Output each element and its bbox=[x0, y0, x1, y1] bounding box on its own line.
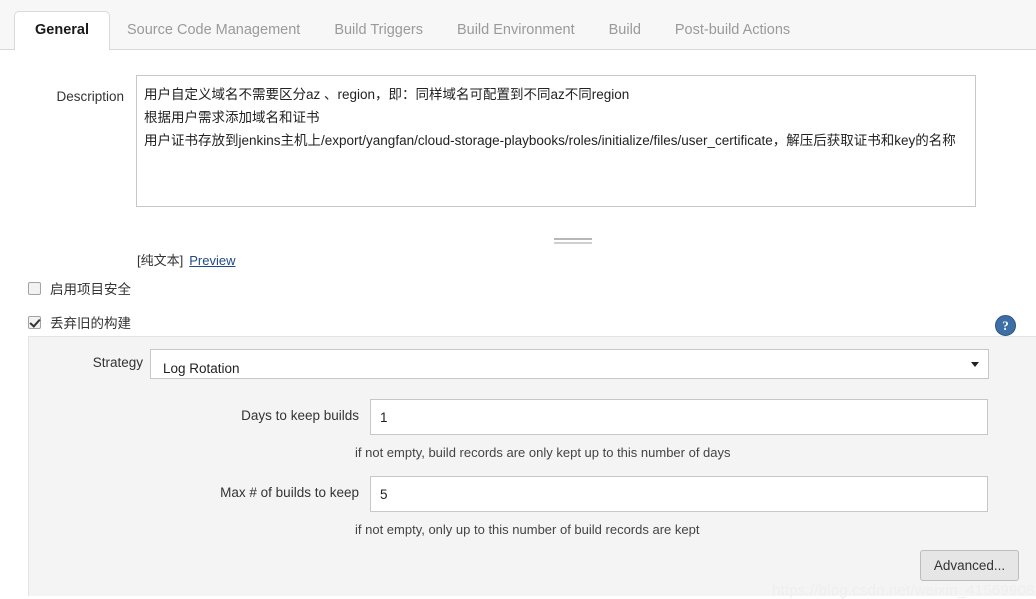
tab-general-label: General bbox=[35, 22, 89, 38]
strategy-select-value: Log Rotation bbox=[163, 361, 240, 376]
textarea-resize-grip[interactable] bbox=[554, 238, 592, 244]
tab-general[interactable]: General bbox=[14, 11, 110, 51]
days-to-keep-builds-row: Days to keep builds bbox=[29, 399, 1036, 435]
description-row: Description bbox=[14, 62, 1022, 207]
watermark: https://blog.csdn.net/weixin_41569908 bbox=[772, 582, 1035, 599]
tab-build[interactable]: Build bbox=[592, 11, 658, 50]
description-footer-links: [纯文本] Preview bbox=[137, 250, 235, 269]
tab-build-triggers-label: Build Triggers bbox=[334, 22, 423, 38]
checkbox-row-project-security[interactable]: 启用项目安全 bbox=[28, 278, 131, 298]
days-to-keep-builds-hint: if not empty, build records are only kep… bbox=[355, 445, 731, 460]
tab-source-code-management-label: Source Code Management bbox=[127, 22, 301, 38]
description-textarea[interactable] bbox=[136, 75, 976, 207]
max-builds-to-keep-hint: if not empty, only up to this number of … bbox=[355, 522, 700, 537]
plain-text-label: [纯文本] bbox=[137, 253, 184, 268]
tab-build-label: Build bbox=[608, 22, 641, 38]
checkbox-row-discard-old-builds[interactable]: 丢弃旧的构建 bbox=[28, 312, 131, 332]
tab-post-build-actions[interactable]: Post-build Actions bbox=[658, 11, 807, 50]
tab-post-build-actions-label: Post-build Actions bbox=[674, 22, 791, 38]
tab-list: General Source Code Management Build Tri… bbox=[14, 9, 807, 51]
max-builds-to-keep-label: Max # of builds to keep bbox=[220, 485, 359, 500]
enable-project-security-checkbox[interactable] bbox=[28, 281, 41, 295]
enable-project-security-label[interactable]: 启用项目安全 bbox=[50, 278, 131, 298]
help-icon[interactable]: ? bbox=[995, 315, 1016, 336]
discard-old-builds-label[interactable]: 丢弃旧的构建 bbox=[50, 312, 131, 332]
tab-build-triggers[interactable]: Build Triggers bbox=[317, 11, 440, 50]
log-rotation-section: Strategy Log Rotation Days to keep build… bbox=[28, 336, 1036, 596]
chevron-down-icon bbox=[971, 362, 979, 367]
days-to-keep-builds-label: Days to keep builds bbox=[241, 408, 359, 423]
discard-old-builds-checkbox[interactable] bbox=[28, 315, 41, 329]
preview-link[interactable]: Preview bbox=[189, 253, 235, 268]
tab-build-environment-label: Build Environment bbox=[456, 22, 575, 38]
description-label: Description bbox=[56, 89, 124, 104]
strategy-label: Strategy bbox=[92, 355, 143, 370]
days-to-keep-builds-input[interactable] bbox=[370, 399, 988, 435]
general-config-panel: Description [纯文本] Preview 启用项目安全 丢弃旧的构建 ?… bbox=[14, 50, 1036, 599]
config-tab-bar: General Source Code Management Build Tri… bbox=[0, 0, 1036, 51]
strategy-select[interactable]: Log Rotation bbox=[150, 349, 989, 379]
tab-source-code-management[interactable]: Source Code Management bbox=[110, 11, 317, 50]
max-builds-to-keep-row: Max # of builds to keep bbox=[29, 476, 1036, 512]
max-builds-to-keep-input[interactable] bbox=[370, 476, 988, 512]
tab-build-environment[interactable]: Build Environment bbox=[440, 11, 592, 50]
advanced-button[interactable]: Advanced... bbox=[920, 550, 1019, 581]
